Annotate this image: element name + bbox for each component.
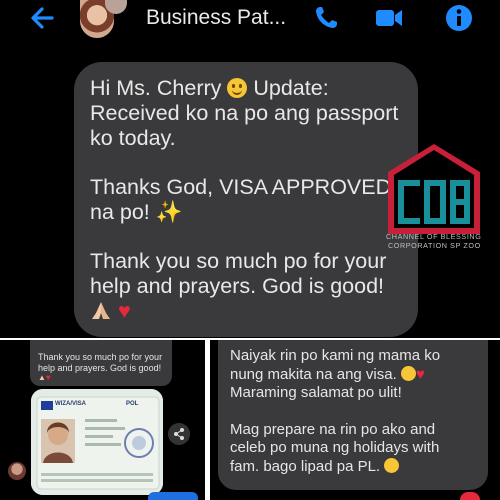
praying-hands-emoji-icon bbox=[92, 302, 110, 319]
red-heart-reaction-icon bbox=[460, 492, 480, 500]
message-line: Maraming salamat po ulit! bbox=[230, 384, 402, 401]
contact-avatar[interactable] bbox=[8, 462, 26, 480]
red-heart-emoji-icon: ♥ bbox=[415, 365, 425, 383]
red-heart-emoji-icon: ♥ bbox=[117, 299, 131, 323]
visa-country: POL bbox=[126, 401, 139, 407]
share-icon[interactable] bbox=[168, 423, 190, 445]
chat-title[interactable]: Business Pat... bbox=[146, 6, 286, 30]
bottom-left-chat-screenshot: Thank you so much po for your help and p… bbox=[0, 340, 205, 500]
visa-photo-attachment[interactable]: WIZA/VISA POL bbox=[31, 389, 163, 495]
video-camera-icon[interactable] bbox=[374, 4, 404, 32]
company-logo bbox=[388, 144, 480, 234]
message-line: na po! bbox=[90, 200, 150, 224]
message-line: Thanks God, VISA APPROVED bbox=[90, 175, 392, 199]
received-message-bubble[interactable]: Naiyak rin po kami ng mama ko nung makit… bbox=[218, 340, 488, 490]
message-line: Thank you so much po for your bbox=[90, 249, 387, 273]
received-message-bubble[interactable]: Thank you so much po for your help and p… bbox=[30, 340, 172, 386]
praying-hands-emoji-icon: ▲ bbox=[38, 373, 46, 382]
visa-document-image bbox=[31, 389, 163, 495]
smile-emoji-icon bbox=[384, 457, 400, 473]
red-heart-emoji-icon: ♥ bbox=[45, 373, 51, 382]
chat-header: Business Pat... bbox=[0, 0, 500, 38]
message-line: celeb po muna ng holidays with bbox=[230, 439, 440, 456]
visa-label: WIZA/VISA bbox=[55, 401, 86, 407]
logo-caption: CHANNEL OF BLESSING bbox=[386, 232, 482, 241]
teary-emoji-icon bbox=[400, 365, 416, 381]
message-line: help and prayers. God is good! bbox=[90, 274, 385, 298]
sparkles-emoji-icon: ✨ bbox=[155, 200, 183, 224]
phone-icon[interactable] bbox=[312, 4, 342, 32]
message-line: help and prayers. God is good! bbox=[38, 362, 162, 373]
sent-message-bubble[interactable] bbox=[148, 492, 198, 500]
received-message-bubble[interactable]: Hi Ms. Cherry Update: Received ko na po … bbox=[74, 62, 418, 337]
back-arrow-icon[interactable] bbox=[28, 4, 56, 32]
top-chat-screenshot: Business Pat... Hi Ms. Cherry Update: Re… bbox=[0, 0, 500, 338]
message-line: Mag prepare na rin po ako and bbox=[230, 420, 436, 438]
smile-emoji-icon bbox=[227, 78, 248, 98]
message-line: Thank you so much po for your bbox=[38, 352, 163, 362]
message-line: Received ko na po ang passport bbox=[90, 101, 399, 125]
bottom-right-chat-screenshot: Naiyak rin po kami ng mama ko nung makit… bbox=[210, 340, 500, 500]
message-line: fam. bago lipad pa PL. bbox=[230, 457, 381, 475]
message-line: nung makita na ang visa. bbox=[230, 365, 397, 383]
info-icon[interactable] bbox=[444, 4, 474, 32]
message-line: Hi Ms. Cherry bbox=[90, 76, 222, 100]
message-line: Update: bbox=[247, 76, 329, 100]
logo-caption: CORPORATION SP ZOO bbox=[388, 241, 481, 250]
message-line: ko today. bbox=[90, 126, 176, 150]
message-line: Naiyak rin po kami ng mama ko bbox=[230, 347, 441, 364]
